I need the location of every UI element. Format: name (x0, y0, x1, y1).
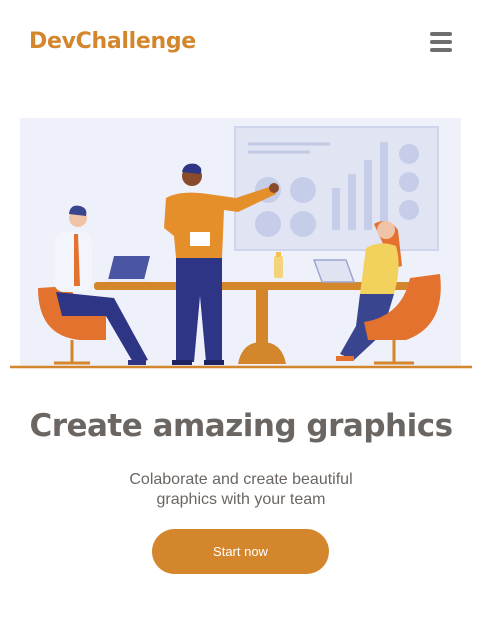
logo[interactable]: DevChallenge (29, 29, 196, 54)
hero-title: Create amazing graphics (29, 408, 453, 444)
header: DevChallenge (0, 0, 482, 86)
hero-subtitle: Colaborate and create beautiful graphics… (129, 471, 353, 508)
team-collaboration-illustration (10, 118, 472, 369)
start-now-button[interactable]: Start now (152, 529, 329, 574)
hamburger-menu-icon[interactable] (428, 30, 454, 54)
